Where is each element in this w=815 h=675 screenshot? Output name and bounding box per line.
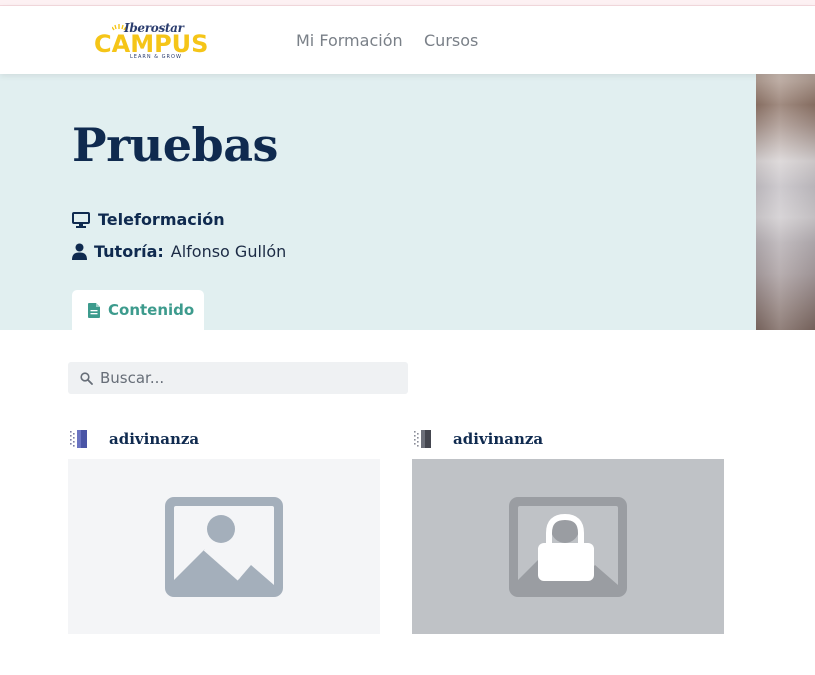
tab-label: Contenido <box>108 301 195 319</box>
item-thumbnail[interactable] <box>68 459 380 634</box>
image-placeholder-icon <box>165 496 283 597</box>
campus-logo[interactable]: Iberostar CAMPUS LEARN & GROW <box>94 21 218 63</box>
monitor-icon <box>72 211 90 228</box>
user-icon <box>72 243 87 260</box>
search-icon <box>80 371 93 385</box>
tab-contenido[interactable]: Contenido <box>72 290 204 330</box>
locked-image-placeholder <box>509 496 627 597</box>
interactive-module-icon <box>70 430 87 448</box>
logo-sub-text: LEARN & GROW <box>130 54 182 60</box>
tutor-name: Alfonso Gullón <box>170 242 287 261</box>
search-bar <box>68 362 408 394</box>
item-title[interactable]: adivinanza <box>453 430 543 448</box>
nav-mi-formacion[interactable]: Mi Formación <box>296 31 403 50</box>
modality-label: Teleformación <box>98 210 225 229</box>
content-item: adivinanza <box>68 428 380 634</box>
course-hero: Pruebas Teleformación Tutoría: Alfonso G… <box>0 74 815 330</box>
hero-image <box>756 74 815 330</box>
course-tutor: Tutoría: Alfonso Gullón <box>72 242 286 261</box>
nav-cursos[interactable]: Cursos <box>424 31 478 50</box>
content-item: adivinanza <box>412 428 724 634</box>
course-modality: Teleformación <box>72 210 225 229</box>
top-navbar: Iberostar CAMPUS LEARN & GROW Mi Formaci… <box>0 6 815 74</box>
interactive-module-icon <box>414 430 431 448</box>
item-title[interactable]: adivinanza <box>109 430 199 448</box>
tutor-label: Tutoría: <box>94 242 164 261</box>
item-thumbnail-locked[interactable] <box>412 459 724 634</box>
search-input[interactable] <box>100 369 390 387</box>
document-icon <box>88 302 100 318</box>
page-title: Pruebas <box>72 118 278 172</box>
